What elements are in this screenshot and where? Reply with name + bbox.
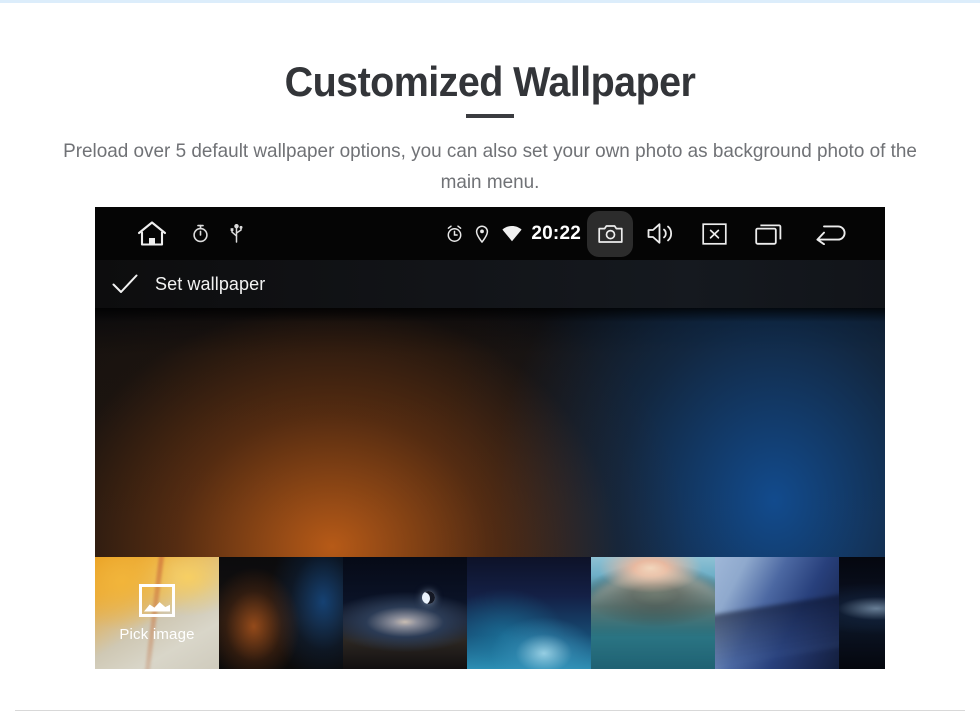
pick-image-label: Pick image [119,625,195,643]
wave-decor [591,570,715,669]
status-bar-right-group: 20:22 [439,207,885,260]
thumbnail-wallpaper-6[interactable] [839,557,885,669]
action-bar: Set wallpaper [95,260,885,308]
wifi-icon [495,207,529,260]
status-bar-clock: 20:22 [531,222,581,244]
thumbnail-pick-image[interactable]: Pick image [95,557,219,669]
check-icon[interactable] [95,273,155,295]
page-root: Customized Wallpaper Preload over 5 defa… [0,0,980,726]
recent-apps-icon[interactable] [741,207,795,260]
moon-decor [422,590,436,604]
thumbnail-wallpaper-1[interactable] [219,557,343,669]
back-icon[interactable] [795,207,869,260]
thumbnail-wallpaper-4[interactable] [591,557,715,669]
volume-icon[interactable] [633,207,687,260]
status-bar-left-group [95,207,255,260]
usb-icon [217,207,255,260]
device-screenshot: 20:22 Set wallpaper Pick image [95,207,885,669]
timer-icon [183,207,217,260]
page-title: Customized Wallpaper [284,58,696,105]
image-icon [139,583,175,617]
page-subtitle: Preload over 5 default wallpaper options… [63,140,917,193]
close-icon[interactable] [687,207,741,260]
home-icon[interactable] [121,207,183,260]
thumbnail-wallpaper-3[interactable] [467,557,591,669]
camera-icon[interactable] [587,210,633,257]
band-decor [715,591,839,668]
thumbnail-wallpaper-5[interactable] [715,557,839,669]
wallpaper-thumbnail-strip[interactable]: Pick image [95,557,885,669]
location-icon [469,207,495,260]
android-status-bar: 20:22 [95,207,885,260]
thumbnail-wallpaper-2[interactable] [343,557,467,669]
action-bar-title: Set wallpaper [155,273,266,294]
bottom-divider [15,710,965,711]
title-divider [466,114,514,118]
top-accent-rule [0,0,980,3]
alarm-icon [439,207,469,260]
